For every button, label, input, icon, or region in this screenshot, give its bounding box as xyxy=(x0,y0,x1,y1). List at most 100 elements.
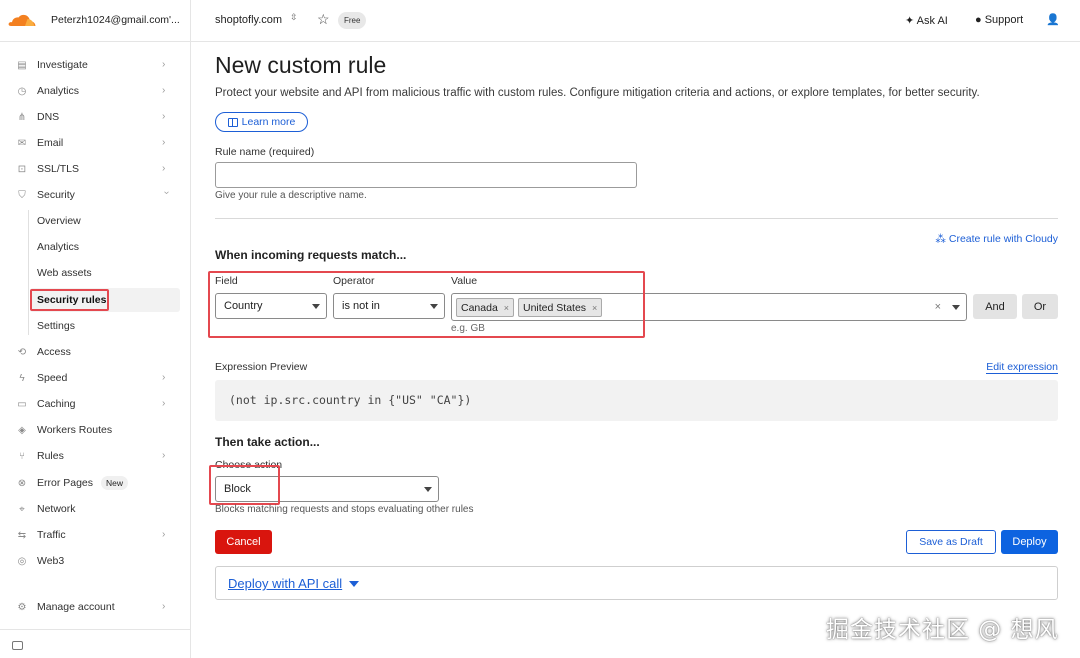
clear-icon[interactable]: × xyxy=(935,301,941,313)
sparkle-icon: ✦ xyxy=(905,15,917,27)
globe-icon: ◎ xyxy=(17,555,27,567)
sidebar-subitem-web-assets[interactable]: Web assets xyxy=(37,263,92,283)
sidebar-item-analytics[interactable]: ◷ Analytics › xyxy=(0,80,191,102)
sidebar-item-dns[interactable]: ⋔ DNS › xyxy=(0,106,191,128)
account-switcher[interactable]: Peterzh1024@gmail.com'... xyxy=(0,0,191,42)
sidebar-item-label: Caching xyxy=(37,398,76,410)
learn-more-label: Learn more xyxy=(241,116,296,128)
chevron-right-icon: › xyxy=(162,529,166,540)
deploy-button[interactable]: Deploy xyxy=(1001,530,1058,554)
chevron-right-icon: › xyxy=(162,398,166,409)
sidebar-item-label: Web3 xyxy=(37,555,65,567)
sidebar-item-label: Access xyxy=(37,346,71,358)
rule-name-label: Rule name (required) xyxy=(215,146,315,158)
chevron-updown-icon[interactable]: ⇳ xyxy=(290,12,298,23)
gear-icon: ⚙ xyxy=(17,601,27,613)
chevron-right-icon: › xyxy=(162,111,166,122)
match-section-title: When incoming requests match... xyxy=(215,248,407,262)
chevron-right-icon: › xyxy=(162,85,166,96)
chevron-right-icon: › xyxy=(162,59,166,70)
sidebar-item-web3[interactable]: ◎ Web3 xyxy=(0,550,191,572)
plan-badge: Free xyxy=(338,12,367,29)
sidebar-item-security[interactable]: ⛉ Security › xyxy=(0,184,191,206)
sidebar-item-label: Analytics xyxy=(37,85,80,97)
user-icon[interactable]: 👤 xyxy=(1046,13,1060,26)
sidebar-item-label: DNS xyxy=(37,111,60,123)
and-button[interactable]: And xyxy=(973,294,1017,319)
sidebar-item-manage-account[interactable]: ⚙ Manage account › xyxy=(0,596,191,618)
deploy-api-call-link[interactable]: Deploy with API call xyxy=(228,576,342,591)
chevron-right-icon: › xyxy=(162,163,166,174)
collapse-sidebar-icon[interactable] xyxy=(12,641,23,650)
learn-more-button[interactable]: Learn more xyxy=(215,112,308,132)
cloudy-link-label: Create rule with Cloudy xyxy=(948,233,1058,245)
support-button[interactable]: ● Support xyxy=(975,14,1023,26)
sidebar-item-label: Traffic xyxy=(37,529,66,541)
sidebar-item-rules[interactable]: ⑂ Rules › xyxy=(0,445,191,467)
sidebar-item-caching[interactable]: ▭ Caching › xyxy=(0,393,191,415)
api-call-panel: Deploy with API call xyxy=(215,566,1058,600)
sidebar-item-label: Error Pages xyxy=(37,477,94,489)
expression-preview: (not ip.src.country in {"US" "CA"}) xyxy=(215,380,1058,421)
edit-expression-link[interactable]: Edit expression xyxy=(986,361,1058,374)
sidebar-item-email[interactable]: ✉ Email › xyxy=(0,132,191,154)
ask-ai-button[interactable]: ✦ Ask AI xyxy=(905,14,948,27)
star-icon[interactable]: ☆ xyxy=(317,12,331,26)
document-icon: ▤ xyxy=(17,59,27,71)
chevron-right-icon: › xyxy=(162,137,166,148)
sidebar-item-traffic[interactable]: ⇆ Traffic › xyxy=(0,524,191,546)
action-section-title: Then take action... xyxy=(215,435,320,449)
rule-name-input[interactable] xyxy=(215,162,637,188)
caret-down-icon xyxy=(424,487,432,492)
sidebar-item-label: Investigate xyxy=(37,59,88,71)
sidebar-item-ssl-tls[interactable]: ⊡ SSL/TLS › xyxy=(0,158,191,180)
topbar: shoptofly.com ⇳ ☆ Free ✦ Ask AI ● Suppor… xyxy=(191,0,1080,42)
sidebar-item-label: Manage account xyxy=(37,601,115,613)
sidebar-item-label: Email xyxy=(37,137,64,149)
bolt-icon: ϟ xyxy=(19,372,25,384)
sidebar-item-label: Rules xyxy=(37,450,64,462)
caret-down-icon[interactable] xyxy=(952,305,960,310)
sidebar-item-workers-routes[interactable]: ◈ Workers Routes xyxy=(0,419,191,441)
chevron-right-icon: › xyxy=(162,601,166,612)
highlight-box-action xyxy=(209,465,280,505)
sidebar-item-error-pages[interactable]: ⊗ Error Pages xyxy=(0,472,191,494)
book-icon xyxy=(227,117,238,127)
chevron-right-icon: › xyxy=(162,450,166,461)
sidebar-item-investigate[interactable]: ▤ Investigate › xyxy=(0,54,191,76)
expression-preview-label: Expression Preview xyxy=(215,361,308,373)
sidebar-footer xyxy=(0,629,191,658)
sparkle-icon: ⁂ xyxy=(935,233,946,245)
create-rule-cloudy-link[interactable]: ⁂ Create rule with Cloudy xyxy=(935,233,1058,245)
domain-name[interactable]: shoptofly.com xyxy=(215,14,282,26)
sidebar-item-label: SSL/TLS xyxy=(37,163,80,175)
account-email: Peterzh1024@gmail.com'... xyxy=(51,14,180,26)
ask-ai-label: Ask AI xyxy=(916,15,948,27)
support-label: Support xyxy=(984,14,1024,26)
sidebar-subitem-analytics[interactable]: Analytics xyxy=(37,237,79,257)
sidebar: Peterzh1024@gmail.com'... ▤ Investigate … xyxy=(0,0,191,658)
divider xyxy=(215,218,1058,219)
watermark: 掘金技术社区 @ 想风 xyxy=(826,617,1059,643)
page-title: New custom rule xyxy=(215,52,387,78)
traffic-icon: ⇆ xyxy=(17,529,27,541)
chevron-down-icon: › xyxy=(161,191,172,195)
sidebar-item-speed[interactable]: ϟ Speed › xyxy=(0,367,191,389)
shield-icon: ⛉ xyxy=(18,189,26,201)
sidebar-item-access[interactable]: ⟲ Access xyxy=(0,341,191,363)
sidebar-subitem-settings[interactable]: Settings xyxy=(37,316,75,336)
network-icon: ⋔ xyxy=(17,111,27,123)
access-icon: ⟲ xyxy=(17,346,27,358)
sidebar-subitem-overview[interactable]: Overview xyxy=(37,211,81,231)
database-icon: ▭ xyxy=(17,398,27,410)
rule-name-hint: Give your rule a descriptive name. xyxy=(215,190,367,201)
or-button[interactable]: Or xyxy=(1022,294,1058,319)
save-draft-button[interactable]: Save as Draft xyxy=(906,530,996,554)
pin-icon: ⌖ xyxy=(19,503,25,515)
sidebar-item-label: Workers Routes xyxy=(37,424,113,436)
sidebar-item-network[interactable]: ⌖ Network xyxy=(0,498,191,520)
cancel-button[interactable]: Cancel xyxy=(215,530,272,554)
caret-down-icon[interactable] xyxy=(349,581,359,587)
sidebar-item-label: Security xyxy=(37,189,75,201)
rules-icon: ⑂ xyxy=(19,450,25,462)
